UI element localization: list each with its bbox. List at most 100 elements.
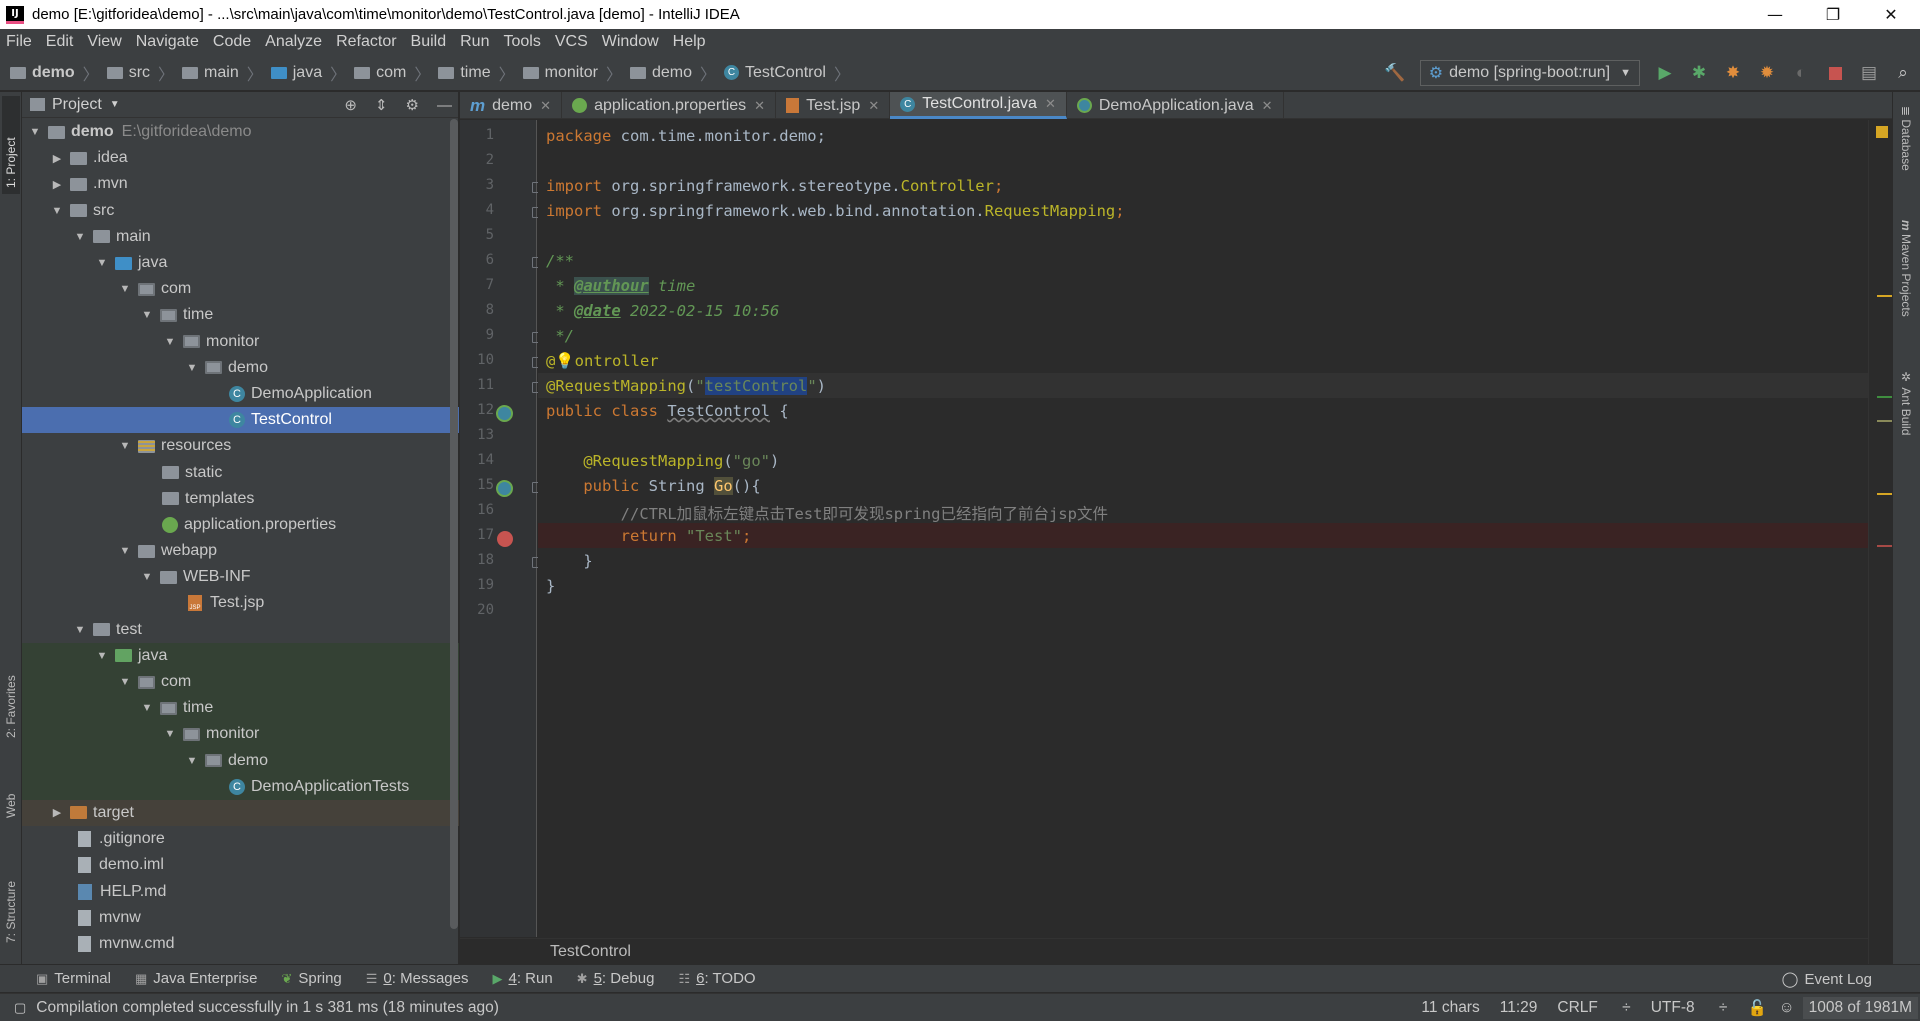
tree-item-test-demo-pkg[interactable]: ▼ demo	[22, 747, 459, 774]
tool-button-run[interactable]: ▶ 4: Run	[492, 970, 552, 987]
coverage-icon[interactable]: ✸	[1719, 59, 1747, 87]
tree-item-application-properties[interactable]: application.properties	[22, 512, 459, 538]
spring-bean-gutter-icon[interactable]	[496, 405, 513, 422]
nav-crumb-testcontrol[interactable]: C TestControl 〉	[724, 61, 850, 85]
tree-item-demo-iml[interactable]: demo.iml	[22, 852, 459, 878]
tool-tab-structure[interactable]: 7: Structure	[2, 847, 20, 947]
tool-tab-database[interactable]: ≣ Database	[1899, 106, 1913, 171]
memory-indicator[interactable]: 1008 of 1981M	[1802, 997, 1918, 1019]
tree-item-gitignore[interactable]: .gitignore	[22, 826, 459, 852]
collapsed-arrow-icon[interactable]: ▶	[50, 178, 64, 191]
event-log-button[interactable]: ◯ Event Log	[1782, 965, 1872, 993]
debug-icon[interactable]: ✱	[1685, 59, 1713, 87]
tree-item-main-monitor[interactable]: ▼ monitor	[22, 329, 459, 355]
encoding-select[interactable]: UTF-8 ÷	[1651, 999, 1728, 1017]
restore-icon[interactable]: ❐	[1804, 0, 1862, 29]
collapsed-arrow-icon[interactable]: ▶	[50, 152, 64, 165]
expanded-arrow-icon[interactable]: ▼	[118, 440, 132, 452]
usage-mark[interactable]	[1877, 396, 1892, 398]
tree-item-webapp[interactable]: ▼ webapp	[22, 538, 459, 564]
tree-item-mvnw[interactable]: mvnw	[22, 905, 459, 931]
expanded-arrow-icon[interactable]: ▼	[73, 624, 87, 636]
tree-item-demoapplicationtests[interactable]: C DemoApplicationTests	[22, 773, 459, 800]
nav-crumb-demo-pkg[interactable]: demo 〉	[629, 61, 716, 85]
chevron-down-icon[interactable]: ▼	[110, 99, 120, 110]
close-icon[interactable]: ✕	[1262, 98, 1273, 114]
nav-crumb-src[interactable]: src 〉	[106, 61, 174, 85]
tab-test-jsp[interactable]: Test.jsp ✕	[776, 92, 891, 119]
tree-item-static[interactable]: static	[22, 459, 459, 485]
menu-tools[interactable]: Tools	[503, 33, 540, 51]
tree-item-test-com[interactable]: ▼ com	[22, 668, 459, 696]
expanded-arrow-icon[interactable]: ▼	[95, 257, 109, 269]
expanded-arrow-icon[interactable]: ▼	[95, 650, 109, 662]
menu-refactor[interactable]: Refactor	[336, 33, 396, 51]
tool-button-terminal[interactable]: ▣ Terminal	[36, 970, 111, 987]
expanded-arrow-icon[interactable]: ▼	[118, 676, 132, 688]
close-icon[interactable]: ✕	[868, 98, 879, 114]
tree-item-main-time[interactable]: ▼ time	[22, 302, 459, 328]
tree-item-main-demo-pkg[interactable]: ▼ demo	[22, 355, 459, 381]
tab-testcontrol-java[interactable]: C TestControl.java ✕	[890, 92, 1067, 119]
close-icon[interactable]: ✕	[754, 98, 765, 114]
usage-mark[interactable]	[1877, 420, 1892, 422]
build-hammer-icon[interactable]: 🔨	[1381, 59, 1409, 87]
menu-window[interactable]: Window	[602, 33, 659, 51]
tab-application-properties[interactable]: application.properties ✕	[562, 92, 777, 119]
tool-tab-project[interactable]: 1: Project	[2, 96, 20, 194]
close-icon[interactable]: ✕	[540, 98, 551, 114]
status-message[interactable]: Compilation completed successfully in 1 …	[36, 999, 499, 1017]
code-editor[interactable]: package com.time.monitor.demo; import or…	[538, 120, 1868, 937]
tool-tab-maven[interactable]: m Maven Projects	[1899, 220, 1913, 317]
menu-edit[interactable]: Edit	[46, 33, 74, 51]
expanded-arrow-icon[interactable]: ▼	[140, 309, 154, 321]
expanded-arrow-icon[interactable]: ▼	[28, 126, 42, 138]
tool-button-java-enterprise[interactable]: ▦ Java Enterprise	[135, 970, 258, 987]
tool-button-spring[interactable]: ❦ Spring	[282, 970, 342, 987]
tool-button-messages[interactable]: ☰ 0: Messages	[366, 970, 469, 987]
tab-demoapplication-java[interactable]: DemoApplication.java ✕	[1067, 92, 1284, 119]
inspector-icon[interactable]: ☺	[1779, 999, 1795, 1017]
run-icon[interactable]: ▶	[1651, 59, 1679, 87]
tree-item-test-monitor[interactable]: ▼ monitor	[22, 721, 459, 748]
menu-analyze[interactable]: Analyze	[265, 33, 322, 51]
profile-icon[interactable]: ✹	[1753, 59, 1781, 87]
breakpoint-icon[interactable]	[497, 531, 513, 547]
expanded-arrow-icon[interactable]: ▼	[118, 545, 132, 557]
menu-view[interactable]: View	[87, 33, 121, 51]
tree-item-mvn[interactable]: ▶ .mvn	[22, 171, 459, 197]
tree-item-demo-root[interactable]: ▼ demo E:\gitforidea\demo	[22, 119, 459, 145]
menu-file[interactable]: File	[6, 33, 32, 51]
lock-icon[interactable]: 🔓	[1747, 999, 1766, 1018]
expanded-arrow-icon[interactable]: ▼	[140, 571, 154, 583]
stop-icon[interactable]	[1821, 59, 1849, 87]
close-icon[interactable]: ✕	[1862, 0, 1920, 29]
minimize-icon[interactable]: —	[1746, 0, 1804, 29]
spring-mapping-gutter-icon[interactable]	[496, 480, 513, 497]
warning-mark[interactable]	[1877, 295, 1892, 297]
tree-item-mvnw-cmd[interactable]: mvnw.cmd	[22, 931, 459, 957]
collapsed-arrow-icon[interactable]: ▶	[50, 806, 64, 819]
tool-tab-web[interactable]: Web	[2, 772, 20, 822]
target-icon[interactable]: ⊕	[344, 96, 357, 114]
project-structure-icon[interactable]: ▤	[1855, 59, 1883, 87]
expanded-arrow-icon[interactable]: ▼	[185, 362, 199, 374]
nav-crumb-monitor[interactable]: monitor 〉	[522, 61, 622, 85]
tree-item-test[interactable]: ▼ test	[22, 617, 459, 643]
project-view-selector[interactable]: Project	[52, 96, 102, 114]
nav-crumb-demo[interactable]: demo 〉	[10, 61, 99, 85]
editor-gutter[interactable]: 1 2 3 4 5 6 7 8 9 10 11 12 13 14 15 16 1…	[460, 120, 541, 937]
tool-tab-ant[interactable]: ✲ Ant Build	[1899, 370, 1913, 435]
hide-icon[interactable]: —	[437, 97, 452, 114]
tree-item-main-com[interactable]: ▼ com	[22, 276, 459, 302]
tree-item-main[interactable]: ▼ main	[22, 224, 459, 250]
error-stripe[interactable]	[1868, 120, 1892, 964]
tree-item-testcontrol[interactable]: C TestControl	[22, 407, 459, 434]
warning-status-icon[interactable]	[1876, 126, 1888, 138]
menu-code[interactable]: Code	[213, 33, 251, 51]
menu-vcs[interactable]: VCS	[555, 33, 588, 51]
gear-icon[interactable]: ⚙	[406, 96, 419, 114]
close-icon[interactable]: ✕	[1045, 96, 1056, 112]
collapse-all-icon[interactable]: ⇕	[375, 96, 388, 114]
tree-item-idea[interactable]: ▶ .idea	[22, 145, 459, 171]
